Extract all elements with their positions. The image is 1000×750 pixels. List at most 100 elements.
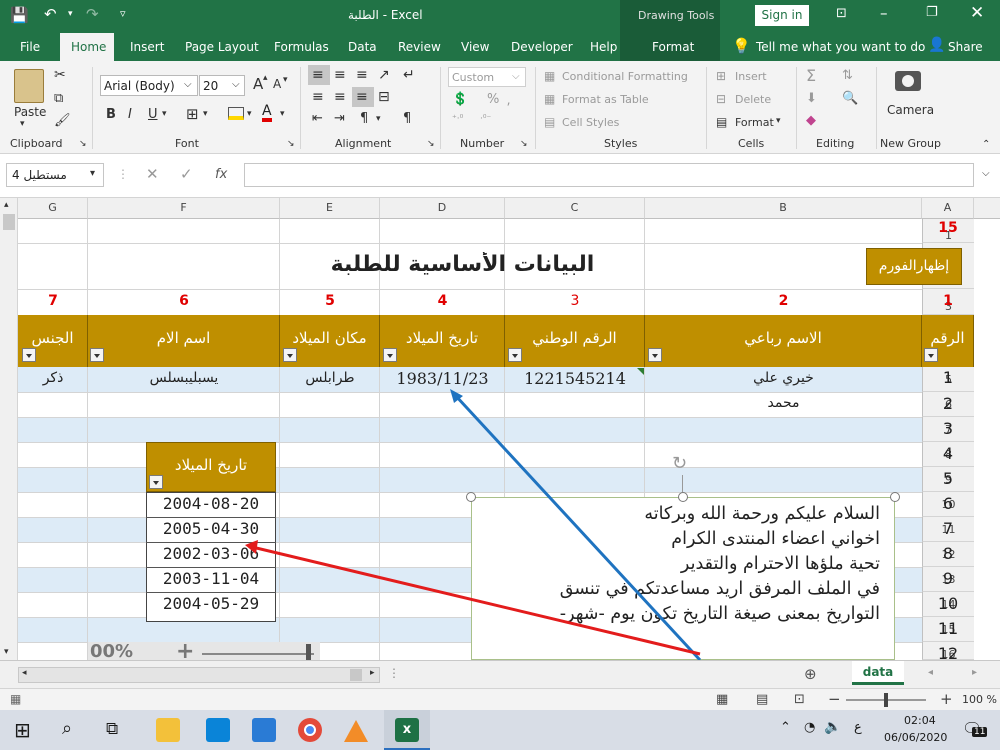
zoom-in-icon[interactable]: + [940, 690, 953, 708]
bottom-align-icon[interactable]: ≡ [356, 67, 368, 83]
input-language[interactable]: ع [854, 720, 862, 735]
customize-qat-icon[interactable]: ▿ [120, 7, 126, 20]
collapse-ribbon-icon[interactable]: ⌃ [982, 139, 990, 150]
zoom-slider-thumb[interactable] [884, 693, 888, 707]
camera-button[interactable]: Camera [887, 103, 934, 117]
borders-icon[interactable]: ⊞ [186, 105, 199, 123]
hscroll-thumb[interactable] [350, 669, 362, 681]
font-size-dropdown-icon[interactable]: ⌵ [232, 79, 240, 90]
underline-button[interactable]: U [148, 107, 158, 122]
text-direction-icon[interactable]: ¶ [360, 111, 368, 126]
macro-record-icon[interactable]: ▦ [10, 692, 21, 706]
restore-icon[interactable]: ❐ [926, 5, 938, 20]
save-icon[interactable]: 💾 [10, 6, 29, 24]
clipboard-launcher-icon[interactable]: ↘ [79, 139, 87, 149]
minimize-icon[interactable]: – [880, 4, 888, 22]
alignment-launcher-icon[interactable]: ↘ [427, 139, 435, 149]
cell-styles-button[interactable]: Cell Styles [562, 116, 619, 129]
cut-icon[interactable]: ✂ [54, 67, 66, 83]
borders-dropdown-icon[interactable]: ▾ [203, 109, 208, 119]
wrap-text-icon[interactable]: ↵ [403, 67, 415, 83]
file-explorer-icon[interactable] [156, 718, 180, 742]
align-center-icon[interactable]: ≡ [334, 89, 346, 105]
paste-dropdown-icon[interactable]: ▾ [20, 119, 25, 129]
font-color-dropdown-icon[interactable]: ▾ [280, 109, 285, 119]
number-launcher-icon[interactable]: ↘ [520, 139, 528, 149]
store-icon[interactable] [206, 718, 230, 742]
bold-button[interactable]: B [106, 107, 116, 122]
find-select-icon[interactable]: 🔍 [842, 91, 858, 106]
insert-cells-icon[interactable]: ⊞ [716, 69, 726, 83]
expand-formula-icon[interactable]: ⌵ [982, 168, 990, 179]
conditional-formatting-icon[interactable]: ▦ [544, 69, 555, 83]
tab-page-layout[interactable]: Page Layout [185, 40, 259, 54]
font-color-icon[interactable]: A [262, 104, 272, 122]
number-format-dropdown-icon[interactable]: ⌵ [512, 71, 520, 82]
close-icon[interactable]: ✕ [970, 3, 984, 23]
format-as-table-icon[interactable]: ▦ [544, 92, 555, 106]
zoom-out-icon[interactable]: − [828, 690, 841, 708]
increase-decimal-icon[interactable]: ⁺·⁰ [452, 114, 463, 124]
format-cells-button[interactable]: Format [735, 116, 774, 129]
align-right-icon[interactable]: ≡ [356, 89, 368, 105]
page-break-view-icon[interactable]: ⊡ [794, 692, 805, 707]
formula-input[interactable] [244, 163, 974, 187]
percent-format-icon[interactable]: % [487, 92, 499, 107]
page-layout-view-icon[interactable]: ▤ [756, 692, 768, 707]
confirm-entry-icon[interactable]: ✓ [180, 165, 193, 183]
comma-style-icon[interactable]: ⸴ [507, 92, 510, 110]
paste-button[interactable]: Paste [14, 105, 46, 119]
new-sheet-icon[interactable]: ⊕ [804, 665, 817, 683]
format-painter-icon[interactable]: 🖌 [54, 113, 71, 128]
worksheet[interactable]: ▴ ▾ G F E D C B A 1 2 3 4 5 6 7 8 9 10 1… [0, 198, 1000, 660]
text-direction-dropdown-icon[interactable]: ▾ [376, 114, 381, 124]
tab-view[interactable]: View [461, 40, 489, 54]
fill-icon[interactable]: ⬇ [806, 91, 817, 106]
normal-view-icon[interactable]: ▦ [716, 692, 728, 707]
orientation-icon[interactable]: ↗ [378, 67, 390, 83]
decrease-decimal-icon[interactable]: ·⁰⁻ [480, 114, 491, 124]
format-cells-icon[interactable]: ▤ [716, 115, 727, 129]
scroll-right-icon[interactable]: ▸ [370, 668, 375, 678]
share-button[interactable]: Share [948, 40, 983, 54]
tab-insert[interactable]: Insert [130, 40, 164, 54]
undo-dropdown-icon[interactable]: ▾ [68, 9, 73, 19]
sheet-nav-right-icon[interactable]: ▸ [972, 667, 977, 678]
mail-icon[interactable] [252, 718, 276, 742]
font-name-dropdown-icon[interactable]: ⌵ [184, 79, 192, 90]
paste-icon[interactable] [14, 69, 44, 103]
increase-indent-icon[interactable]: ⇥ [334, 111, 345, 126]
cancel-entry-icon[interactable]: ✕ [146, 165, 159, 183]
horizontal-scrollbar[interactable] [18, 667, 380, 683]
autosum-icon[interactable]: Σ [806, 66, 816, 85]
clock-time[interactable]: 02:04 [904, 714, 936, 727]
delete-cells-button[interactable]: Delete [735, 93, 771, 106]
fill-color-icon[interactable] [228, 107, 244, 120]
underline-dropdown-icon[interactable]: ▾ [162, 109, 167, 119]
conditional-formatting-button[interactable]: Conditional Formatting [562, 70, 688, 83]
tab-developer[interactable]: Developer [511, 40, 573, 54]
search-icon[interactable]: ⌕ [62, 718, 72, 739]
tab-formulas[interactable]: Formulas [274, 40, 329, 54]
accounting-format-icon[interactable]: 💲 [452, 92, 468, 107]
start-button-icon[interactable]: ⊞ [14, 718, 31, 742]
middle-align-icon[interactable]: ≡ [334, 67, 346, 83]
task-view-icon[interactable]: ⧉ [106, 719, 118, 739]
clock-date[interactable]: 06/06/2020 [884, 731, 947, 744]
name-box-dropdown-icon[interactable]: ▾ [90, 168, 95, 179]
volume-icon[interactable]: 🔈 [824, 719, 841, 735]
format-cells-dropdown-icon[interactable]: ▾ [776, 116, 781, 126]
format-as-table-button[interactable]: Format as Table [562, 93, 649, 106]
network-icon[interactable]: ◔ [804, 720, 815, 735]
insert-cells-button[interactable]: Insert [735, 70, 767, 83]
vlc-icon[interactable] [344, 720, 368, 742]
copy-icon[interactable]: ⧉ [54, 91, 63, 106]
increase-font-icon[interactable]: A [253, 75, 263, 93]
italic-button[interactable]: I [128, 107, 132, 122]
tab-review[interactable]: Review [398, 40, 441, 54]
undo-icon[interactable]: ↶ [44, 5, 57, 23]
clear-icon[interactable]: ◆ [806, 113, 816, 128]
tab-help[interactable]: Help [590, 40, 617, 54]
cell-styles-icon[interactable]: ▤ [544, 115, 555, 129]
merge-center-icon[interactable]: ⊟ [378, 89, 390, 105]
